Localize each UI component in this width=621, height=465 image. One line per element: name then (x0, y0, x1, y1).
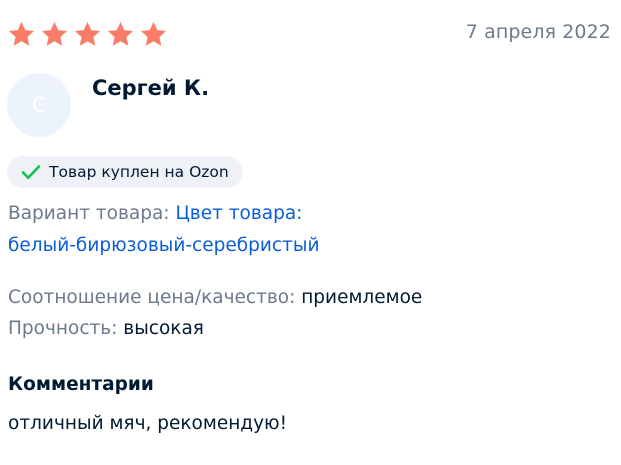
review-date: 7 апреля 2022 (465, 21, 611, 43)
variant-link[interactable]: Цвет товара: (175, 203, 302, 224)
star-icon (106, 20, 135, 49)
variant-line-2: белый-бирюзовый-серебристый (8, 230, 319, 262)
rating-durability: Прочность: высокая (8, 313, 204, 345)
avatar[interactable]: С (7, 73, 71, 137)
rating-stars (7, 20, 168, 49)
durability-label: Прочность: (8, 318, 118, 339)
variant-link-value[interactable]: белый-бирюзовый-серебристый (8, 235, 319, 256)
rating-price-quality: Соотношение цена/качество: приемлемое (8, 282, 422, 314)
price-quality-value: приемлемое (301, 287, 423, 308)
variant-line-1: Вариант товара: Цвет товара: (8, 198, 302, 230)
checkmark-icon (21, 164, 41, 180)
star-icon (7, 20, 36, 49)
review-card: 7 апреля 2022 С Сергей К. Товар куплен н… (0, 0, 621, 465)
variant-label: Вариант товара: (8, 203, 170, 224)
durability-value: высокая (123, 318, 204, 339)
comment-text: отличный мяч, рекомендую! (8, 413, 288, 434)
avatar-initial: С (32, 93, 46, 117)
author-name[interactable]: Сергей К. (92, 76, 209, 100)
purchase-badge-label: Товар куплен на Ozon (49, 163, 229, 181)
price-quality-label: Соотношение цена/качество: (8, 287, 296, 308)
star-icon (40, 20, 69, 49)
star-icon (139, 20, 168, 49)
purchase-badge: Товар куплен на Ozon (7, 156, 243, 188)
comment-title: Комментарии (8, 374, 154, 395)
star-icon (73, 20, 102, 49)
